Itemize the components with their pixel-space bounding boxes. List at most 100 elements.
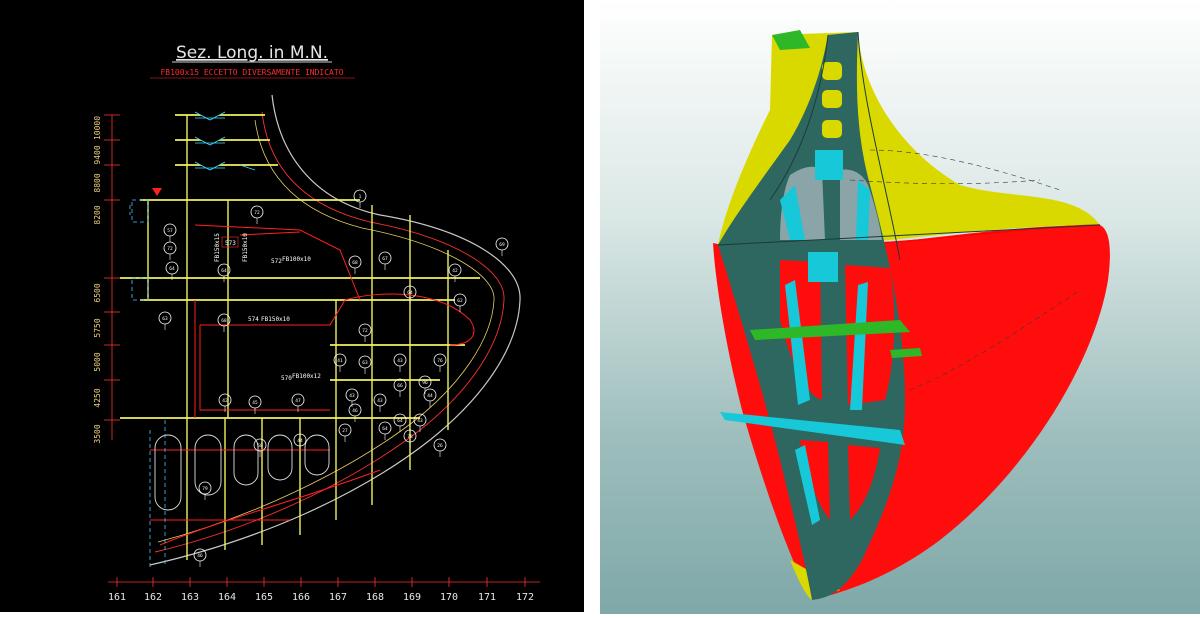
detail-tag-label: 64: [407, 290, 413, 296]
detail-tag-label: 45: [252, 400, 258, 406]
detail-tag: 45: [248, 395, 262, 414]
detail-tag: 67: [378, 251, 392, 270]
detail-tag-label: 64: [221, 268, 227, 274]
drawing-subtitle: FB100x15 ECCETTO DIVERSAMENTE INDICATO: [160, 68, 343, 77]
detail-tag-label: 57: [167, 228, 173, 234]
detail-tag: 58: [253, 438, 267, 457]
frame-number: 168: [366, 592, 384, 603]
top-struts: [194, 111, 256, 171]
annotation-label: 574: [248, 316, 259, 323]
detail-tag: 46: [348, 403, 362, 422]
level-dimension-line: [104, 114, 120, 440]
annotation-label: FB100x10: [282, 256, 311, 263]
detail-tag-label: 44: [427, 393, 433, 399]
detail-tag: 27: [338, 423, 352, 442]
detail-tag-label: 79: [202, 486, 208, 492]
level-label: 5000: [93, 352, 102, 371]
level-label: 9400: [93, 145, 102, 164]
frame-number: 167: [329, 592, 347, 603]
detail-tag-label: 64: [382, 426, 388, 432]
detail-tag-label: 63: [362, 360, 368, 366]
detail-tag: 64: [378, 421, 392, 440]
detail-tag-label: 46: [352, 408, 358, 414]
detail-tag-label: 76: [437, 358, 443, 364]
cad-drawing-panel: Sez. Long. in M.N. FB100x15 ECCETTO DIVE…: [0, 0, 584, 612]
detail-tag-label: 41: [337, 358, 343, 364]
detail-tag: 1: [353, 189, 367, 208]
frame-number: 161: [108, 592, 126, 603]
hull-3d-model: [713, 30, 1110, 600]
detail-tag-label: 42: [222, 398, 228, 404]
detail-tag: 69: [495, 237, 509, 256]
detail-tag: 43: [393, 353, 407, 372]
detail-tag-label: 26: [437, 443, 443, 449]
detail-tag-label: 43: [377, 398, 383, 404]
detail-tag-label: 43: [349, 393, 355, 399]
level-label: 6500: [93, 283, 102, 302]
level-label: 8800: [93, 173, 102, 192]
upper-web-holes: [822, 62, 842, 138]
detail-tag: 47: [291, 393, 305, 412]
drawing-title: Sez. Long. in M.N.: [176, 43, 328, 63]
annotation-label: FB150x15: [214, 233, 221, 262]
detail-tag-label: 27: [342, 428, 348, 434]
detail-tag-label: 63: [162, 316, 168, 322]
detail-tag: 66: [393, 378, 407, 397]
detail-tag-label: 44: [297, 438, 303, 444]
detail-tag: 42: [448, 263, 462, 282]
annotation-label: 570: [281, 375, 292, 382]
level-labels: 10000 9400 8800 8200 6500 5750 5000 4250…: [93, 116, 102, 444]
level-label: 8200: [93, 205, 102, 224]
detail-tag-label: 47: [295, 398, 301, 404]
frame-number: 163: [181, 592, 199, 603]
level-label: 3500: [93, 424, 102, 443]
level-label: 4250: [93, 388, 102, 407]
detail-tag-label: 62: [457, 298, 463, 304]
frame-number: 169: [403, 592, 421, 603]
frame-number: 172: [516, 592, 534, 603]
detail-tag-label: 43: [397, 358, 403, 364]
detail-tag: 72: [358, 323, 372, 342]
detail-tag-label: 72: [254, 210, 260, 216]
detail-tag: 68: [348, 255, 362, 274]
3d-model-panel: [600, 0, 1200, 614]
annotation-label: FB150x10: [242, 233, 249, 262]
structure-annotations: 573 FB150x15 FB100x10 572 FB150x10 574 F…: [214, 233, 321, 382]
level-label: 5750: [93, 318, 102, 337]
detail-tag-label: 69: [499, 242, 505, 248]
detail-tag: 64: [393, 413, 407, 432]
frame-number: 165: [255, 592, 273, 603]
detail-tag-label: 72: [362, 328, 368, 334]
detail-tag-label: 68: [352, 260, 358, 266]
detail-tag-label: 64: [169, 266, 175, 272]
detail-tag: 72: [250, 205, 264, 224]
vertical-members: [147, 115, 449, 560]
detail-tag-label: 64: [397, 418, 403, 424]
detail-tag: 57: [163, 223, 177, 242]
cad-section-drawing: Sez. Long. in M.N. FB100x15 ECCETTO DIVE…: [93, 43, 540, 603]
frame-numbers: 161 162 163 164 165 166 167 168 169 170 …: [108, 592, 534, 603]
annotation-label: FB100x12: [292, 373, 321, 380]
detail-tag: 26: [433, 438, 447, 457]
detail-tag-label: 43: [417, 418, 423, 424]
detail-tag-label: 1: [359, 194, 362, 200]
detail-tag: 42: [218, 393, 232, 412]
annotation-label: 573: [225, 240, 236, 247]
detail-tag-label: 58: [257, 443, 263, 449]
frame-number: 166: [292, 592, 310, 603]
detail-tag: 63: [158, 311, 172, 330]
detail-tag-label: 67: [382, 256, 388, 262]
detail-tag-label: 66: [397, 383, 403, 389]
detail-tag-label: 46: [197, 553, 203, 559]
lightening-holes: [154, 434, 330, 511]
detail-tag: 43: [373, 393, 387, 412]
detail-tag: 72: [163, 241, 177, 260]
detail-tag-label: 72: [167, 246, 173, 252]
frame-number: 164: [218, 592, 236, 603]
frame-number: 171: [478, 592, 496, 603]
detail-tag: 79: [198, 481, 212, 500]
detail-tag-label: 68: [221, 318, 227, 324]
annotation-label: 572: [271, 258, 282, 265]
detail-tag: 76: [433, 353, 447, 372]
detail-tag-label: 96: [422, 380, 428, 386]
